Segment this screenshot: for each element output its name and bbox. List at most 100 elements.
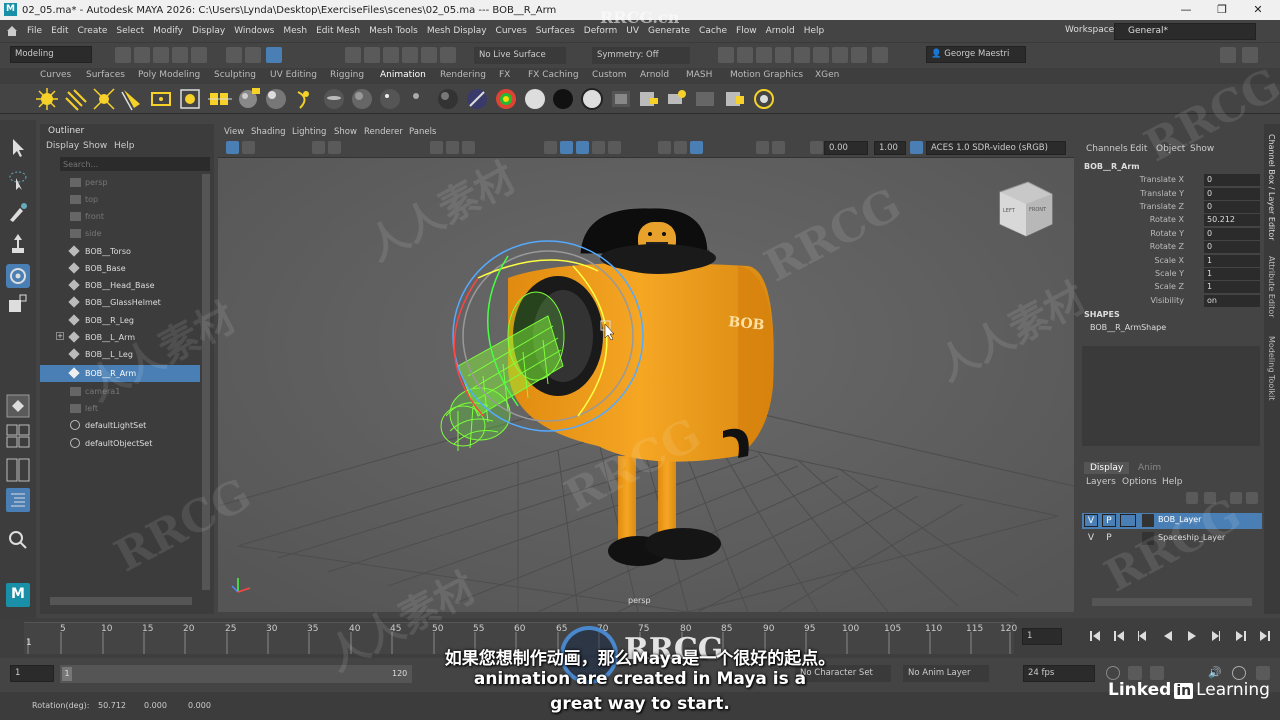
render-layer-icon[interactable] [612,91,630,107]
isolate-select-icon[interactable] [756,141,769,154]
menu-flow[interactable]: Flow [736,26,757,36]
select-object-icon[interactable] [245,47,261,63]
outliner-vertical-scrollbar[interactable] [202,174,210,590]
render-frame-icon[interactable] [737,47,753,63]
layer-row-bob[interactable]: V P BOB_Layer [1082,513,1262,529]
spot-light-icon[interactable] [93,88,115,110]
render-batch-icon[interactable] [696,92,714,106]
tab-modeling-toolkit[interactable]: Modeling Toolkit [1267,336,1276,400]
shadows-icon[interactable] [658,141,671,154]
snap-point-icon[interactable] [383,47,399,63]
shelf-tab-arnold[interactable]: Arnold [640,70,669,80]
layer-name[interactable]: Spaceship_Layer [1158,533,1225,542]
outliner-item-side[interactable]: side [40,225,200,242]
shader-white-icon[interactable] [525,89,545,109]
camera-attributes-icon[interactable] [242,141,255,154]
workspace-dropdown[interactable]: General* [1114,23,1256,40]
lasso-tool-icon[interactable] [6,168,30,192]
toggle-panel-icon-2[interactable] [1242,47,1258,63]
outliner-item-bob-torso[interactable]: BOB__Torso [40,243,200,260]
panel-menu-renderer[interactable]: Renderer [364,127,403,137]
play-backwards-icon[interactable] [1164,631,1172,641]
wireframe-icon[interactable] [544,141,557,154]
render-view-icon[interactable] [718,47,734,63]
outliner-item-persp[interactable]: persp [40,174,200,191]
shelf-tab-custom[interactable]: Custom [592,70,626,80]
render-settings-icon[interactable] [775,47,791,63]
exposure-icon[interactable] [810,141,823,154]
new-layer-selected-icon[interactable] [1246,492,1258,504]
move-layer-up-icon[interactable] [1186,492,1198,504]
select-component-icon[interactable] [266,47,282,63]
channels-menu-channels[interactable]: Channels [1086,144,1128,154]
menu-curves[interactable]: Curves [496,26,527,36]
outliner-item-bob-r-leg[interactable]: BOB__R_Leg [40,312,200,329]
shelf-tab-animation[interactable]: Animation [380,70,426,80]
render-frame-shelf-icon[interactable] [640,92,658,106]
layer-horizontal-scrollbar[interactable] [1092,598,1252,606]
film-gate-icon[interactable] [446,141,459,154]
paint-select-icon[interactable] [6,200,30,224]
redo-icon[interactable] [191,47,207,63]
light-editor-icon[interactable] [851,47,867,63]
shelf-tab-poly-modeling[interactable]: Poly Modeling [138,70,200,80]
menu-generate[interactable]: Generate [648,26,690,36]
menu-deform[interactable]: Deform [584,26,617,36]
tab-attribute-editor[interactable]: Attribute Editor [1267,256,1276,318]
color-management-icon[interactable] [910,141,923,154]
step-forward-key-icon[interactable] [1212,631,1220,641]
shelf-tab-fx[interactable]: FX [499,70,510,80]
anti-aliasing-icon[interactable] [690,141,703,154]
shelf-tab-fx-caching[interactable]: FX Caching [528,70,579,80]
menuset-dropdown[interactable]: Modeling [10,46,92,63]
open-scene-icon[interactable] [134,47,150,63]
layer-color-swatch[interactable] [1142,532,1154,545]
snap-grid-icon[interactable] [345,47,361,63]
outliner-menu-show[interactable]: Show [83,141,107,151]
step-forward-frame-icon[interactable] [1236,631,1246,641]
area-light-icon[interactable] [121,90,140,111]
menu-edit-mesh[interactable]: Edit Mesh [316,26,360,36]
bookmarks-icon[interactable] [312,141,325,154]
current-frame-field[interactable]: 1 [1022,628,1062,645]
new-scene-icon[interactable] [115,47,131,63]
shelf-tab-motion-graphics[interactable]: Motion Graphics [730,70,803,80]
shelf-tab-xgen[interactable]: XGen [815,70,839,80]
snap-surface-icon[interactable] [421,47,437,63]
menu-arnold[interactable]: Arnold [766,26,795,36]
shelf-tab-sculpting[interactable]: Sculpting [214,70,256,80]
layer-menu-options[interactable]: Options [1122,477,1157,487]
outliner-horizontal-scrollbar[interactable] [50,597,192,605]
outliner-search-input[interactable] [60,157,210,171]
panel-menu-panels[interactable]: Panels [409,127,436,137]
menu-create[interactable]: Create [78,26,108,36]
menu-mesh-display[interactable]: Mesh Display [427,26,487,36]
toggle-panel-icon[interactable] [1220,47,1236,63]
shader-lambert-icon[interactable] [352,89,372,109]
outliner-item-bob-head-base[interactable]: BOB__Head_Base [40,277,200,294]
arnold-render-icon[interactable] [813,47,829,63]
viewport-panel[interactable]: BOB LEFT FRONT persp [218,126,1074,612]
shader-blinn-icon[interactable] [324,89,344,109]
grid-icon[interactable] [430,141,443,154]
outliner-menu-display[interactable]: Display [46,141,79,151]
channels-menu-object[interactable]: Object [1156,144,1185,154]
shelf-tab-rendering[interactable]: Rendering [440,70,486,80]
directional-light-icon[interactable] [65,89,87,111]
panel-menu-show[interactable]: Show [334,127,357,137]
scale-tool-icon[interactable] [6,292,30,316]
target-icon[interactable] [754,89,774,109]
shape-node-name[interactable]: BOB__R_ArmShape [1090,323,1166,332]
play-forwards-icon[interactable] [1188,631,1196,641]
menu-mesh-tools[interactable]: Mesh Tools [369,26,418,36]
select-camera-icon[interactable] [226,141,239,154]
menu-surfaces[interactable]: Surfaces [536,26,575,36]
snap-view-icon[interactable] [402,47,418,63]
menu-mesh[interactable]: Mesh [283,26,307,36]
point-light-icon[interactable] [36,88,58,110]
outliner-item-top[interactable]: top [40,191,200,208]
shelf-tab-curves[interactable]: Curves [40,70,71,80]
symmetry-dropdown[interactable]: Symmetry: Off [592,47,690,64]
single-perspective-layout-icon[interactable] [6,394,30,418]
shader-phong-icon[interactable] [380,89,400,109]
